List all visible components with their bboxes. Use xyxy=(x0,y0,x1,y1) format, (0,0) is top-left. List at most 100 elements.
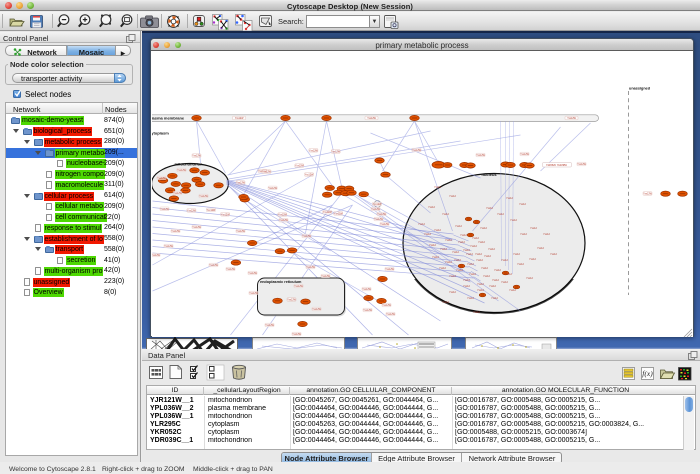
svg-text:Yxx12W: Yxx12W xyxy=(567,118,576,120)
svg-text:Yxx12: Yxx12 xyxy=(529,258,536,261)
svg-text:f(x): f(x) xyxy=(642,369,653,378)
svg-text:Yxx12: Yxx12 xyxy=(492,279,499,282)
svg-text:Yxx12W: Yxx12W xyxy=(520,154,529,156)
svg-text:Yxx12: Yxx12 xyxy=(486,207,493,210)
svg-text:Yxx12W: Yxx12W xyxy=(177,170,186,172)
svg-text:Yxx12: Yxx12 xyxy=(484,255,491,258)
svg-text:Yxx12: Yxx12 xyxy=(442,213,449,216)
svg-text:Yxx12W: Yxx12W xyxy=(476,155,485,157)
svg-text:Yxx12: Yxx12 xyxy=(513,253,520,256)
svg-text:Yxx12: Yxx12 xyxy=(418,223,425,226)
svg-text:Yxx12W: Yxx12W xyxy=(171,231,180,233)
svg-text:Yxx12: Yxx12 xyxy=(463,279,470,282)
svg-text:Yxx12: Yxx12 xyxy=(466,253,473,256)
svg-text:cytoplasm: cytoplasm xyxy=(152,131,169,136)
svg-text:Yxx12: Yxx12 xyxy=(440,248,447,251)
svg-text:Yxx12: Yxx12 xyxy=(442,301,449,304)
svg-text:Yxx12W: Yxx12W xyxy=(209,265,218,267)
svg-text:Yxx12: Yxx12 xyxy=(483,275,490,278)
svg-text:Yxx12: Yxx12 xyxy=(537,247,544,250)
svg-text:Yxx12W: Yxx12W xyxy=(187,210,196,212)
svg-text:Yxx12: Yxx12 xyxy=(449,291,456,294)
svg-text:Yxx12: Yxx12 xyxy=(463,249,470,252)
svg-text:Yxx12W: Yxx12W xyxy=(363,310,372,312)
svg-text:Yxx12W: Yxx12W xyxy=(249,293,258,295)
svg-text:Yxx12: Yxx12 xyxy=(424,233,431,236)
svg-text:mitochondrion: mitochondrion xyxy=(175,162,204,167)
svg-text:Yxx12: Yxx12 xyxy=(543,233,550,236)
svg-text:Yxx12W: Yxx12W xyxy=(157,178,166,180)
svg-text:Yxx12: Yxx12 xyxy=(429,244,436,247)
svg-text:nucleus: nucleus xyxy=(482,172,498,177)
svg-text:Yxx12W: Yxx12W xyxy=(386,314,395,316)
svg-text:Yxx12W: Yxx12W xyxy=(377,214,386,216)
svg-text:Yxx12: Yxx12 xyxy=(428,206,435,209)
svg-text:Yxx12W: Yxx12W xyxy=(268,188,277,190)
svg-text:Yxx12W: Yxx12W xyxy=(292,334,301,336)
svg-text:Yxx12: Yxx12 xyxy=(445,239,452,242)
svg-text:Yxx12W: Yxx12W xyxy=(643,194,652,196)
svg-text:Yxx12: Yxx12 xyxy=(494,269,501,272)
svg-text:Yxx12W: Yxx12W xyxy=(235,118,244,120)
svg-text:Yxx12: Yxx12 xyxy=(477,283,484,286)
svg-text:Yxx12W: Yxx12W xyxy=(164,246,173,248)
svg-text:Yxx12W: Yxx12W xyxy=(221,214,230,216)
svg-text:Yxx12W: Yxx12W xyxy=(152,255,161,257)
svg-text:Yxx12W: Yxx12W xyxy=(305,175,314,177)
svg-text:Yxx12W: Yxx12W xyxy=(302,236,311,238)
svg-text:Yxx12: Yxx12 xyxy=(467,263,474,266)
svg-text:Yxx12: Yxx12 xyxy=(526,277,533,280)
svg-text:Yxx12W: Yxx12W xyxy=(262,172,271,174)
svg-text:Yxx12: Yxx12 xyxy=(510,219,517,222)
svg-text:Yxx12: Yxx12 xyxy=(481,267,488,270)
svg-text:Yxx12: Yxx12 xyxy=(455,225,462,228)
svg-text:Yxx12W: Yxx12W xyxy=(226,269,235,271)
svg-text:Yxx12: Yxx12 xyxy=(434,229,441,232)
svg-text:Yxx12: Yxx12 xyxy=(520,233,527,236)
svg-text:Yxx12W: Yxx12W xyxy=(199,196,208,198)
svg-text:Yxx12: Yxx12 xyxy=(470,245,477,248)
svg-text:Yxx12: Yxx12 xyxy=(519,203,526,206)
svg-text:Yxx12: Yxx12 xyxy=(550,253,557,256)
svg-text:Yxx12: Yxx12 xyxy=(452,251,459,254)
svg-text:Yxx12W: Yxx12W xyxy=(380,224,389,226)
svg-text:Yxx12: Yxx12 xyxy=(501,281,508,284)
svg-text:Yxx12: Yxx12 xyxy=(432,256,439,259)
svg-text:Yxx12W: Yxx12W xyxy=(331,152,340,154)
svg-text:YxR052C YLR295C: YxR052C YLR295C xyxy=(546,164,567,167)
svg-text:Yxx12W: Yxx12W xyxy=(265,325,274,327)
svg-text:Yxx12W: Yxx12W xyxy=(577,164,586,166)
svg-text:Yxx12W: Yxx12W xyxy=(192,227,201,229)
svg-text:Yxx12W: Yxx12W xyxy=(309,150,318,152)
svg-text:Yxx12W: Yxx12W xyxy=(192,156,201,158)
svg-text:Yxx12W: Yxx12W xyxy=(323,212,332,214)
svg-text:Yxx12W: Yxx12W xyxy=(173,193,182,195)
svg-text:Yxx12W: Yxx12W xyxy=(334,213,343,215)
svg-text:Yxx12: Yxx12 xyxy=(530,227,537,230)
svg-text:Yxx12: Yxx12 xyxy=(480,227,487,230)
svg-text:Yxx12: Yxx12 xyxy=(477,289,484,292)
svg-text:Yxx12: Yxx12 xyxy=(505,273,512,276)
svg-text:Yxx12: Yxx12 xyxy=(439,267,446,270)
svg-text:Yxx12W: Yxx12W xyxy=(294,286,303,288)
svg-text:Yxx12W: Yxx12W xyxy=(374,219,383,221)
svg-text:Yxx12: Yxx12 xyxy=(489,285,496,288)
svg-text:Yxx12: Yxx12 xyxy=(460,234,467,237)
svg-text:Yxx12W: Yxx12W xyxy=(295,166,304,168)
svg-text:Yxx12W: Yxx12W xyxy=(321,276,330,278)
svg-text:Yxx12W: Yxx12W xyxy=(207,210,216,212)
svg-text:Yxx12: Yxx12 xyxy=(478,241,485,244)
svg-text:Yxx12: Yxx12 xyxy=(454,259,461,262)
svg-text:Yxx12W: Yxx12W xyxy=(236,231,245,233)
svg-text:plasma membrane: plasma membrane xyxy=(152,115,185,120)
svg-text:Yxx12: Yxx12 xyxy=(491,297,498,300)
svg-text:Yxx12: Yxx12 xyxy=(467,297,474,300)
svg-text:Yxx12W: Yxx12W xyxy=(306,267,315,269)
svg-text:Yxx12W: Yxx12W xyxy=(279,220,288,222)
svg-text:Yxx12: Yxx12 xyxy=(488,248,495,251)
svg-text:Yxx12W: Yxx12W xyxy=(248,273,257,275)
svg-text:unassigned: unassigned xyxy=(629,87,651,91)
svg-text:Yxx12: Yxx12 xyxy=(445,261,452,264)
svg-text:Yxx12: Yxx12 xyxy=(456,269,463,272)
svg-text:Yxx12: Yxx12 xyxy=(458,241,465,244)
